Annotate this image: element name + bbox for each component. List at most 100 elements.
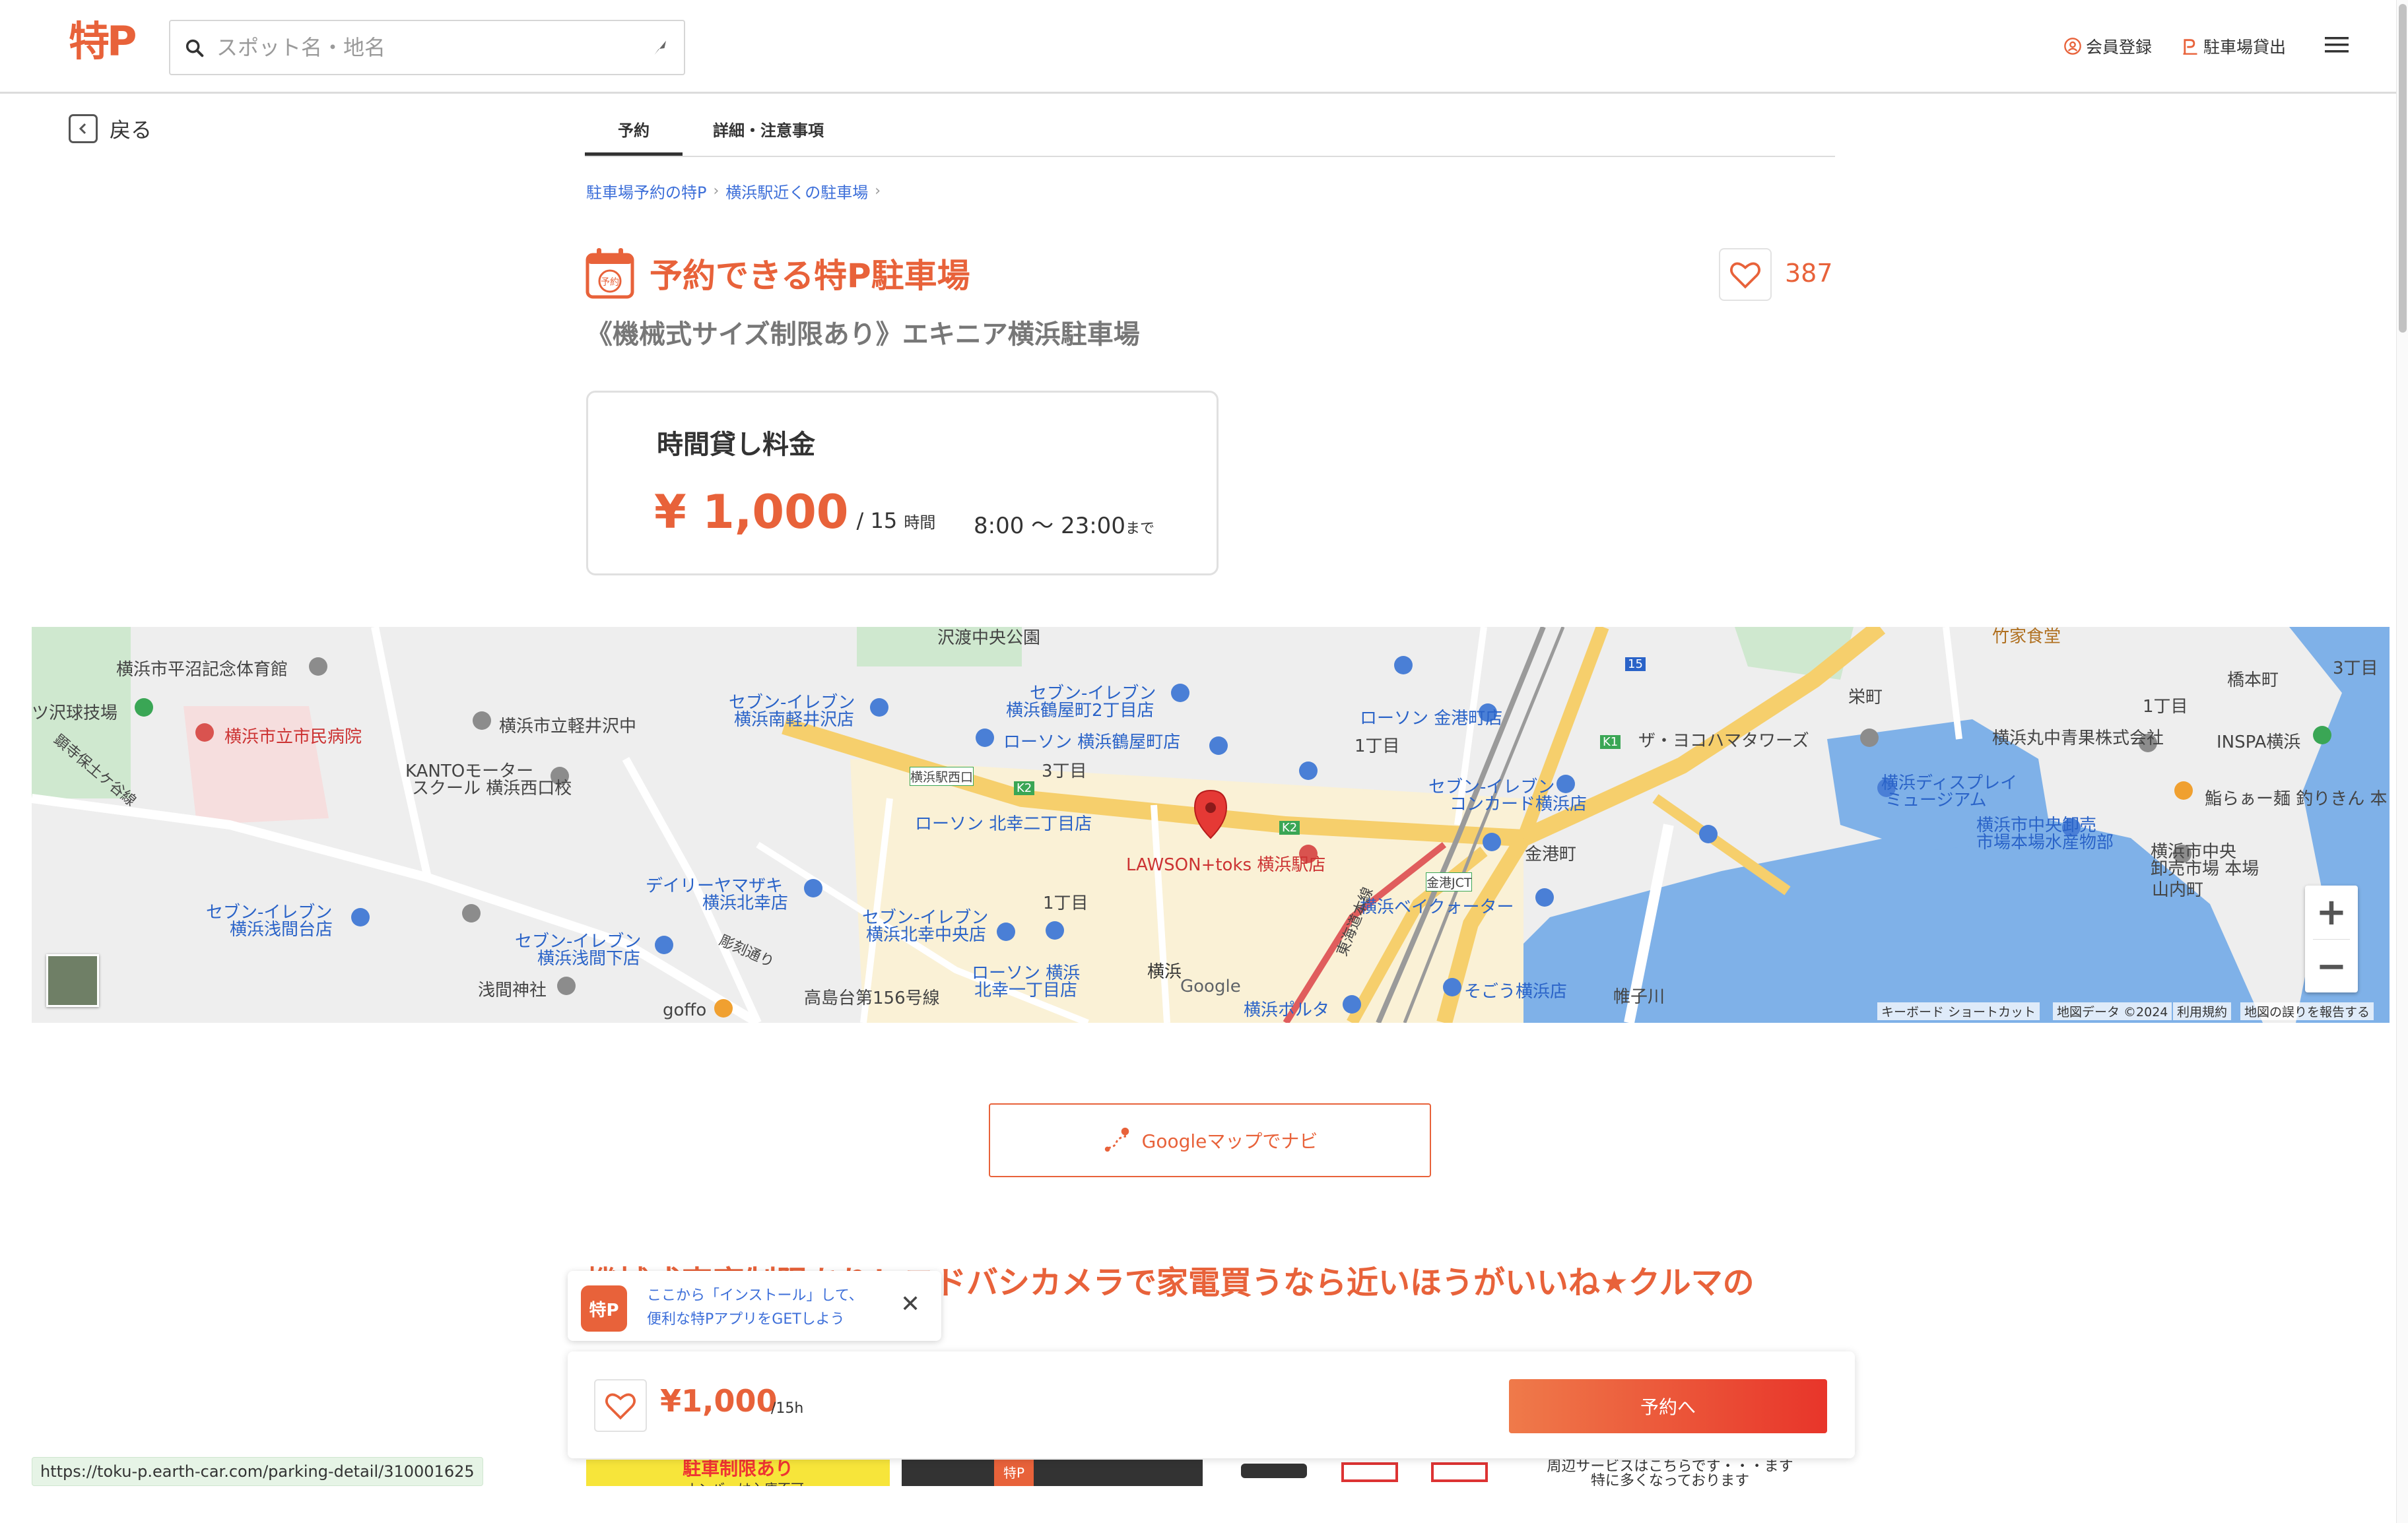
promo-image-yellow: 駐車制限あり ・ナンバーは入庫不可	[586, 1460, 890, 1486]
price-hours-range: 8:00 〜 23:00	[974, 513, 1125, 539]
promo-image-photo: 特P	[902, 1460, 1203, 1486]
map-label: 浅間神社	[478, 981, 547, 1000]
map-label: 3丁目	[1042, 762, 1087, 781]
location-arrow-icon[interactable]	[650, 38, 669, 58]
map-label: INSPA横浜	[2217, 732, 2301, 752]
map-label: 帷子川	[1613, 987, 1665, 1007]
logo[interactable]: 特P	[69, 17, 137, 70]
breadcrumb-item-top[interactable]: 駐車場予約の特P	[586, 179, 706, 203]
map-label: 横浜北幸店	[702, 893, 789, 913]
parking-rental-link[interactable]: 駐車場貸出	[2181, 32, 2286, 61]
map-label: 横浜浅間台店	[230, 920, 333, 940]
map-label: 横浜南軽井沢店	[734, 710, 855, 730]
map-terms-link[interactable]: 利用規約	[2173, 1002, 2232, 1020]
map-label: goffo	[663, 1000, 707, 1020]
map-label: 鮨らぁー麺 釣りきん 本	[2205, 789, 2388, 809]
zoom-control: + −	[2305, 886, 2358, 992]
map-report-link[interactable]: 地図の誤りを報告する	[2240, 1002, 2374, 1020]
google-logo: Google	[1180, 977, 1241, 996]
zoom-in-button[interactable]: +	[2305, 886, 2358, 938]
map-label: 1丁目	[2143, 697, 2188, 717]
promo-image-cars	[1241, 1460, 1492, 1486]
promo-image-text: 駐車制限あり	[682, 1460, 793, 1479]
hamburger-menu-icon[interactable]	[2324, 33, 2350, 57]
user-icon	[2064, 38, 2081, 55]
tab-bar: 予約 詳細・注意事項	[585, 106, 1835, 157]
svg-text:予約: 予約	[601, 277, 619, 288]
promo-photo-logo: 特P	[994, 1460, 1034, 1486]
price-per-number: / 15	[856, 508, 898, 533]
map-label: 横浜鶴屋町2丁目店	[1006, 701, 1154, 721]
tab-details[interactable]: 詳細・注意事項	[697, 113, 840, 156]
map-label: 横浜市立軽井沢中	[499, 717, 637, 736]
breadcrumb-item-area[interactable]: 横浜駅近くの駐車場	[725, 179, 868, 203]
map-label: 橋本町	[2227, 670, 2279, 690]
map-label: 北幸一丁目店	[974, 981, 1078, 1000]
map-label: 1丁目	[1354, 736, 1400, 756]
map-label: 金港JCT	[1426, 872, 1473, 891]
search-input[interactable]	[217, 22, 613, 73]
price-per: / 15 時間	[857, 508, 936, 533]
parking-rental-label: 駐車場貸出	[2203, 38, 2287, 57]
install-line-2: 便利な特PアプリをGETしよう	[647, 1311, 845, 1328]
tab-reserve[interactable]: 予約	[585, 113, 683, 156]
map-label: 沢渡中央公園	[937, 628, 1041, 648]
map-label: ローソン 金港町店	[1360, 709, 1503, 729]
app-install-banner[interactable]: 特P ここから「インストール」して、 便利な特PアプリをGETしよう ✕	[568, 1271, 941, 1341]
promo-image-text: 特に多くなっております	[1590, 1473, 1750, 1487]
app-logo: 特P	[581, 1285, 627, 1332]
favorite-button[interactable]	[1719, 248, 1772, 301]
map-label: ザ・ヨコハマタワーズ	[1638, 731, 1809, 751]
calendar-reserve-icon: 予約	[585, 248, 634, 299]
promo-image-text-block: 周辺サービスはこちらです・・・ます 特に多くなっております	[1518, 1460, 1822, 1486]
member-register-link[interactable]: 会員登録	[2063, 32, 2152, 61]
back-button[interactable]: 戻る	[69, 113, 152, 144]
search-box[interactable]	[169, 20, 685, 75]
map-label: 竹家食堂	[1992, 627, 2061, 647]
price-value: ¥ 1,000	[654, 485, 849, 539]
map-label: 横浜浅間下店	[537, 949, 641, 969]
header: 特P 会員登録 駐車場貸出	[0, 0, 2396, 94]
map-shortcut-link[interactable]: キーボード ショートカット	[1877, 1002, 2040, 1020]
map-label: K1	[1600, 735, 1621, 749]
favorite-count: 387	[1785, 259, 1833, 288]
heart-icon	[1730, 262, 1760, 289]
page-title: 予約できる特P駐車場	[650, 257, 970, 295]
car-icons	[1241, 1462, 1488, 1482]
map-label: 金港町	[1525, 845, 1577, 864]
footer-price-unit: /15h	[771, 1400, 804, 1417]
map-label: 市場本場水産物部	[1976, 833, 2114, 853]
price-label: 時間貸し料金	[657, 430, 815, 460]
map-label: 横浜北幸中央店	[866, 925, 987, 945]
title-row: 予約 予約できる特P駐車場	[585, 247, 970, 300]
map-data-credit: 地図データ ©2024	[2053, 1002, 2172, 1020]
price-main: ¥ 1,000 / 15 時間	[654, 485, 935, 539]
map-label: スクール 横浜西口校	[412, 779, 572, 798]
chevron-left-icon	[69, 114, 98, 143]
zoom-out-button[interactable]: −	[2305, 940, 2358, 992]
map-label: 横浜丸中青果株式会社	[1992, 729, 2164, 748]
logo-text: 特P	[69, 17, 137, 65]
install-text: ここから「インストール」して、 便利な特PアプリをGETしよう	[647, 1284, 863, 1332]
map-label: 横浜	[1147, 962, 1182, 982]
map-label: そごう横浜店	[1464, 982, 1568, 1002]
reserve-button[interactable]: 予約へ	[1509, 1379, 1827, 1433]
map-label: コンカード横浜店	[1450, 794, 1588, 814]
google-maps-navi-button[interactable]: Googleマップでナビ	[989, 1103, 1431, 1177]
close-icon[interactable]: ✕	[900, 1291, 920, 1318]
map-label: ローソン 横浜鶴屋町店	[1003, 732, 1181, 752]
scroll-thumb[interactable]	[2399, 4, 2407, 333]
route-icon	[1104, 1127, 1129, 1152]
satellite-toggle[interactable]	[46, 954, 99, 1007]
footer-favorite-button[interactable]	[594, 1379, 647, 1432]
map-label: ミュージアム	[1885, 791, 1987, 810]
search-icon	[185, 39, 204, 57]
map-label: 山内町	[2152, 880, 2204, 900]
map-label: ツ沢球技場	[32, 703, 118, 723]
map-label: ローソン 北幸二丁目店	[915, 814, 1092, 834]
map[interactable]: 横浜市平沼記念体育館 沢渡中央公園 セブン-イレブン 横浜鶴屋町2丁目店 ローソ…	[32, 627, 2390, 1023]
price-card: 時間貸し料金 ¥ 1,000 / 15 時間 8:00 〜 23:00まで	[586, 391, 1219, 575]
status-bar-url: https://toku-p.earth-car.com/parking-det…	[32, 1457, 483, 1486]
scrollbar[interactable]	[2396, 0, 2408, 1523]
map-label: 1丁目	[1043, 893, 1088, 913]
